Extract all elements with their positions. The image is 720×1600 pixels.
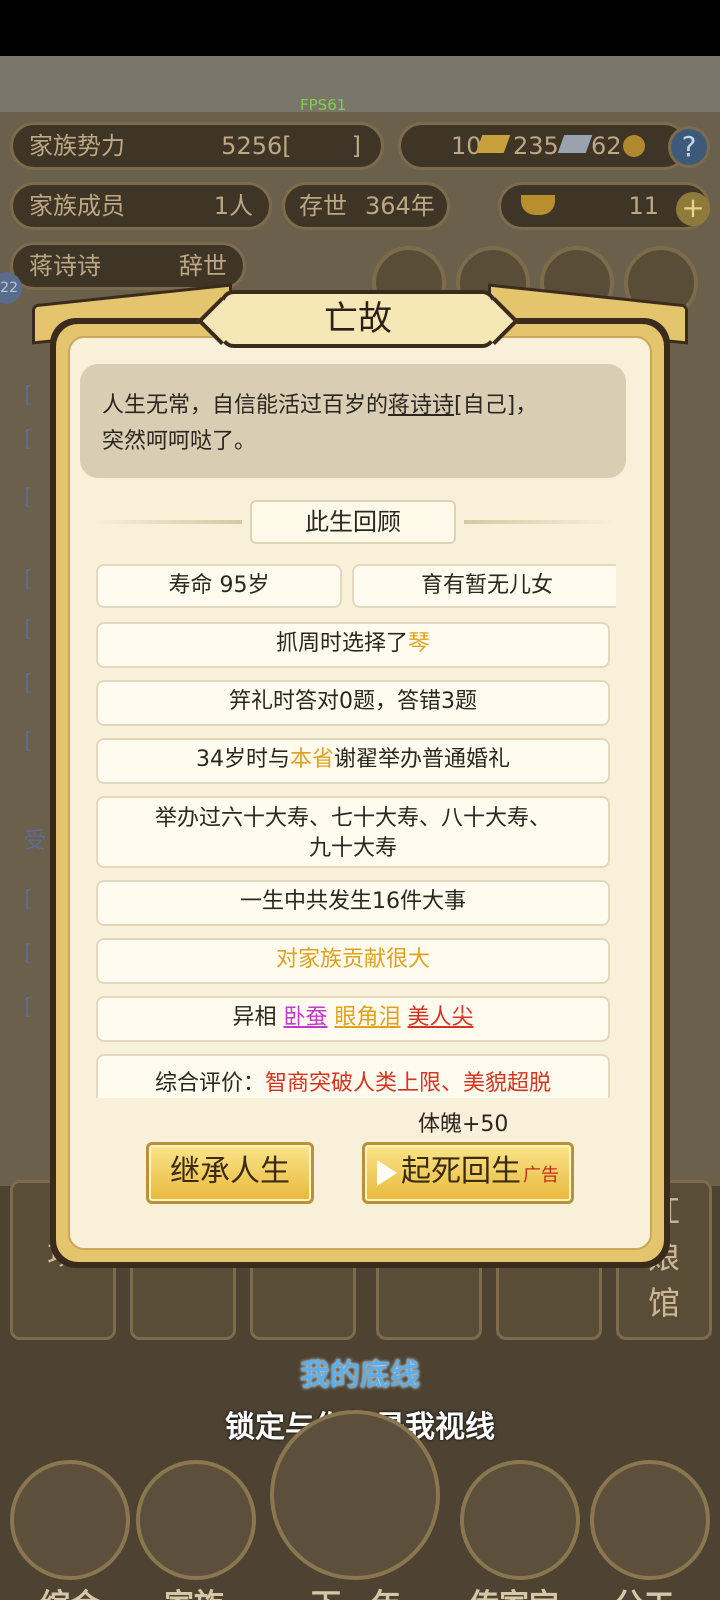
family-power-value: 5256[]: [221, 132, 361, 160]
fps-counter: FPS61: [300, 96, 347, 114]
children-row: 育有暂无儿女: [352, 564, 616, 608]
exist-value: 364年: [365, 192, 435, 220]
status-bar: [0, 0, 720, 56]
events-row: 一生中共发生16件大事: [96, 880, 610, 926]
members-label: 家族成员: [29, 192, 125, 220]
coming-of-age-row: 笄礼时答对0题，答错3题: [96, 680, 610, 726]
nav-icon-heirloom[interactable]: [460, 1460, 580, 1580]
silver-bar-icon: [557, 135, 593, 153]
nav-overview[interactable]: 综合: [0, 1580, 140, 1600]
dialog-title: 亡故: [220, 290, 496, 348]
traits-row: 异相 卧蚕 眼角泪 美人尖: [96, 996, 610, 1042]
family-power-label: 家族势力: [29, 132, 125, 160]
marriage-row: 34岁时与本省谢翟举办普通婚礼: [96, 738, 610, 784]
life-review-title: 此生回顾: [250, 500, 456, 544]
death-message: 人生无常，自信能活过百岁的蒋诗诗[自己]， 突然呵呵哒了。: [80, 364, 626, 478]
nav-family[interactable]: 家族: [124, 1580, 264, 1600]
birthday-row: 举办过六十大寿、七十大寿、八十大寿、 九十大寿: [96, 796, 610, 868]
evaluation-row: 综合评价：智商突破人类上限、美貌超脱: [96, 1054, 610, 1098]
exist-label: 存世: [299, 192, 347, 220]
life-review-header: 此生回顾: [92, 500, 614, 544]
zhuazhou-row: 抓周时选择了琴: [96, 622, 610, 668]
members-pill: 家族成员 1人: [10, 182, 272, 230]
trait-link-1[interactable]: 卧蚕: [283, 1005, 327, 1030]
inherit-life-button[interactable]: 继承人生: [146, 1142, 314, 1204]
gold-bar-icon: [475, 135, 511, 153]
character-name: 蒋诗诗: [29, 252, 101, 280]
contribution-row: 对家族贡献很大: [96, 938, 610, 984]
character-link[interactable]: 蒋诗诗: [388, 393, 454, 418]
character-pill[interactable]: 蒋诗诗 辞世: [10, 242, 246, 290]
family-power-pill[interactable]: 家族势力 5256[]: [10, 122, 384, 170]
currency-2: 235: [513, 132, 559, 160]
lifespan-row: 寿命 95岁: [96, 564, 342, 608]
nav-icon-next-year[interactable]: [270, 1410, 440, 1580]
nav-next-year[interactable]: 下一年: [286, 1580, 426, 1600]
exist-pill: 存世 364年: [282, 182, 450, 230]
revive-ad-button[interactable]: 起死回生 广告: [362, 1142, 574, 1204]
nav-icon-division[interactable]: [590, 1460, 710, 1580]
divider-right: [464, 520, 614, 524]
lyric-line-1: 我的底线: [300, 1358, 420, 1393]
coin-icon: [623, 135, 645, 157]
nav-heirloom[interactable]: 传家宝: [444, 1580, 584, 1600]
members-value: 1人: [213, 192, 253, 220]
nav-icon-overview[interactable]: [10, 1460, 130, 1580]
character-status: 辞世: [179, 252, 227, 280]
top-band: [0, 56, 720, 112]
help-icon[interactable]: ?: [668, 126, 710, 168]
gold-value: 11: [628, 192, 659, 220]
currency-pill[interactable]: 10 235 62: [398, 122, 688, 170]
nav-division[interactable]: 分工: [574, 1580, 714, 1600]
life-review-list[interactable]: 寿命 95岁 育有暂无儿女 抓周时选择了琴 笄礼时答对0题，答错3题 34岁时与…: [92, 560, 616, 1098]
play-icon: [377, 1159, 397, 1186]
ingot-icon: [521, 195, 555, 215]
divider-left: [92, 520, 242, 524]
add-gold-icon[interactable]: +: [676, 192, 710, 226]
trait-link-3[interactable]: 美人尖: [408, 1005, 474, 1030]
ad-label: 广告: [523, 1165, 559, 1186]
trait-link-2[interactable]: 眼角泪: [335, 1005, 401, 1030]
attribute-bonus: 体魄+50: [418, 1112, 509, 1137]
nav-icon-family[interactable]: [136, 1460, 256, 1580]
currency-3: 62: [591, 132, 622, 160]
